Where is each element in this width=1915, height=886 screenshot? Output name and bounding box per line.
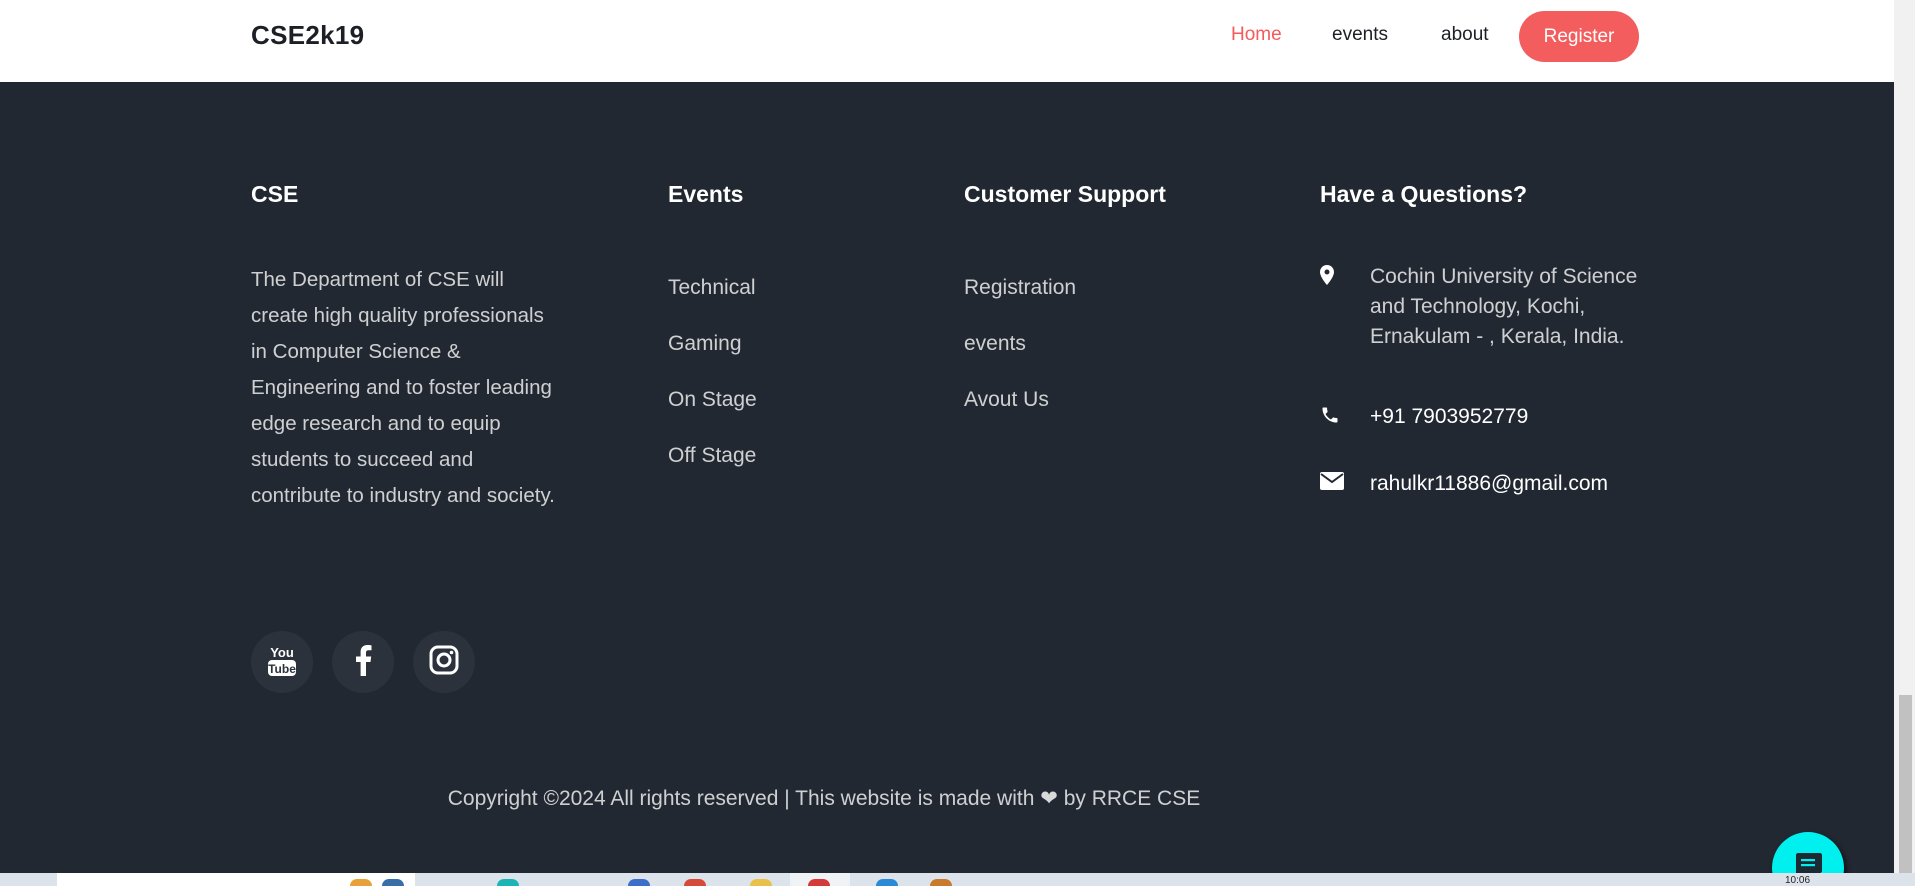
taskbar-app-icon[interactable] — [876, 879, 898, 886]
youtube-icon: You Tube — [267, 643, 297, 682]
about-column-title: CSE — [251, 181, 299, 207]
taskbar-app-icon[interactable] — [497, 879, 519, 886]
events-link-off-stage[interactable]: Off Stage — [668, 444, 757, 500]
events-link-technical[interactable]: Technical — [668, 276, 757, 332]
taskbar-app-icon[interactable] — [750, 879, 772, 886]
scrollbar-thumb[interactable] — [1899, 695, 1912, 873]
copyright-text-after: by RRCE CSE — [1063, 787, 1201, 810]
instagram-icon — [429, 645, 459, 680]
taskbar-app-icon[interactable] — [382, 879, 404, 886]
taskbar-app-icon[interactable] — [350, 879, 372, 886]
instagram-link[interactable] — [413, 631, 475, 693]
site-footer: CSE The Department of CSE will create hi… — [0, 82, 1894, 886]
svg-text:Tube: Tube — [268, 662, 296, 676]
brand-logo[interactable]: CSE2k19 — [251, 20, 364, 51]
map-marker-icon — [1320, 262, 1370, 285]
register-button[interactable]: Register — [1519, 11, 1639, 62]
about-description: The Department of CSE will create high q… — [251, 268, 555, 507]
youtube-link[interactable]: You Tube — [251, 631, 313, 693]
events-column-title: Events — [668, 181, 744, 207]
taskbar-app-icon[interactable] — [684, 879, 706, 886]
copyright-text-before: Copyright ©2024 All rights reserved | Th… — [447, 787, 1035, 810]
copyright-text: Copyright ©2024 All rights reserved | Th… — [0, 786, 1648, 811]
contact-address-row: Cochin University of Science and Technol… — [1320, 262, 1645, 352]
contact-address: Cochin University of Science and Technol… — [1370, 265, 1638, 348]
nav-link-events[interactable]: events — [1332, 24, 1388, 46]
support-link-about-us[interactable]: Avout Us — [964, 388, 1076, 444]
nav-link-home[interactable]: Home — [1231, 24, 1282, 46]
events-link-gaming[interactable]: Gaming — [668, 332, 757, 388]
contact-email[interactable]: rahulkr11886@gmail.com — [1370, 469, 1645, 499]
events-link-list: Technical Gaming On Stage Off Stage — [668, 276, 757, 500]
svg-text:You: You — [270, 645, 294, 660]
support-column-title: Customer Support — [964, 181, 1166, 207]
support-link-registration[interactable]: Registration — [964, 276, 1076, 332]
envelope-icon — [1320, 469, 1370, 490]
contact-column-title: Have a Questions? — [1320, 181, 1528, 207]
contact-phone-row: +91 7903952779 — [1320, 402, 1645, 432]
phone-icon — [1320, 402, 1370, 425]
taskbar-app-icon[interactable] — [930, 879, 952, 886]
support-link-list: Registration events Avout Us — [964, 276, 1076, 444]
events-link-on-stage[interactable]: On Stage — [668, 388, 757, 444]
os-taskbar: 10:06 — [0, 873, 1915, 886]
contact-phone[interactable]: +91 7903952779 — [1370, 402, 1645, 432]
taskbar-app-icon[interactable] — [628, 879, 650, 886]
nav-link-about[interactable]: about — [1441, 24, 1489, 46]
taskbar-clock[interactable]: 10:06 — [1785, 875, 1810, 886]
top-navbar: CSE2k19 Home events about Register — [0, 0, 1894, 82]
facebook-icon — [354, 644, 372, 681]
support-link-events[interactable]: events — [964, 332, 1076, 388]
facebook-link[interactable] — [332, 631, 394, 693]
heart-icon: ❤ — [1040, 787, 1058, 810]
taskbar-chrome-icon[interactable] — [808, 879, 830, 886]
contact-email-row: rahulkr11886@gmail.com — [1320, 469, 1645, 499]
